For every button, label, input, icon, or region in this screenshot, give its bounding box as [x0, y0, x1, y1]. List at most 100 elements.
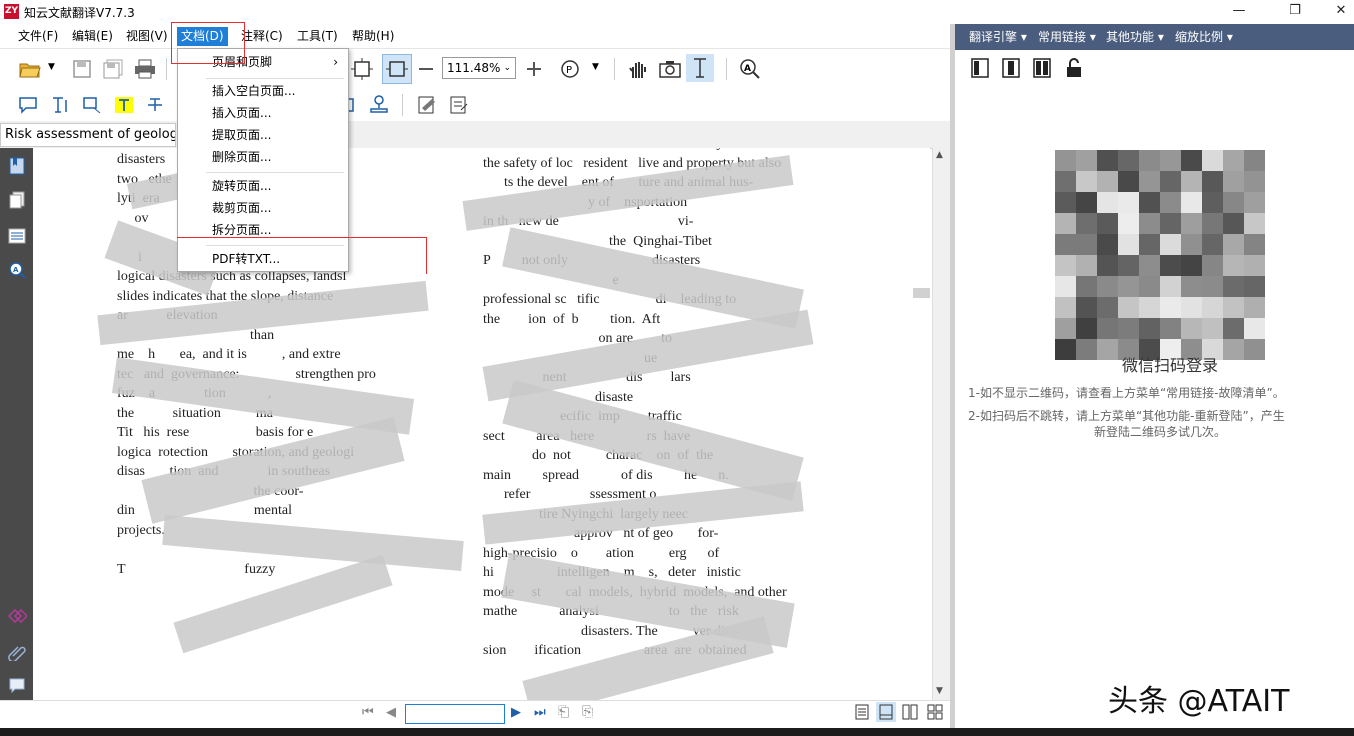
close-button[interactable]: ✕: [1318, 0, 1354, 24]
minimize-button[interactable]: —: [1216, 0, 1262, 24]
menu-item-insert-page[interactable]: 插入页面...: [178, 102, 348, 124]
qr-note-3: 新登陆二维码多试几次。: [1093, 425, 1226, 439]
history-forward-icon[interactable]: ⎘: [582, 704, 593, 720]
rotate-icon[interactable]: P: [558, 57, 582, 81]
layout-right-icon[interactable]: [1033, 58, 1051, 81]
menu-tools[interactable]: 工具(T): [293, 27, 342, 46]
translation-panel-menu: 翻译引擎 ▾ 常用链接 ▾ 其他功能 ▾ 缩放比例 ▾: [955, 24, 1354, 50]
lock-icon[interactable]: [1065, 57, 1083, 82]
chevron-down-icon[interactable]: ▼: [592, 62, 599, 72]
tab-document[interactable]: Risk assessment of geologic...: [0, 123, 176, 147]
callout-icon[interactable]: [80, 93, 104, 117]
menu-separator: [206, 172, 344, 173]
menu-item-insert-blank-page[interactable]: 插入空白页面...: [178, 80, 348, 102]
qr-note-2: 2-如扫码后不跳转，请上方菜单“其他功能-重新登陆”，产生: [968, 409, 1285, 423]
redaction-mark: [913, 288, 930, 298]
layout-center-icon[interactable]: [1002, 58, 1020, 81]
find-icon[interactable]: A: [7, 260, 27, 280]
text-line: Tit his rese basis for e: [117, 425, 314, 440]
toolbar-separator: [402, 94, 403, 116]
layout-left-icon[interactable]: [971, 58, 989, 81]
fit-page-icon[interactable]: [350, 57, 374, 81]
qr-caption: 微信扫码登录: [1121, 356, 1218, 375]
document-viewer[interactable]: disasters oris flows and edtwo ethe cess…: [33, 148, 930, 700]
app-logo: ZY: [4, 4, 19, 19]
attachment-icon[interactable]: [7, 642, 27, 662]
layers-icon[interactable]: [7, 226, 27, 246]
os-taskbar: [0, 728, 1354, 736]
menu-file[interactable]: 文件(F): [14, 27, 62, 46]
menu-translation-engine[interactable]: 翻译引擎 ▾: [969, 28, 1027, 46]
menu-separator: [206, 78, 344, 79]
highlight-icon[interactable]: [112, 93, 136, 117]
save-icon[interactable]: [70, 57, 94, 81]
svg-text:P: P: [566, 65, 572, 76]
left-sidebar: A: [0, 148, 33, 700]
menu-other-functions[interactable]: 其他功能 ▾: [1106, 28, 1164, 46]
pages-icon[interactable]: [7, 190, 27, 210]
snapshot-icon[interactable]: [658, 57, 682, 81]
menu-item-rotate-page[interactable]: 旋转页面...: [178, 175, 348, 197]
svg-text:A: A: [13, 266, 19, 274]
toolbar-separator: [614, 58, 615, 80]
history-back-icon[interactable]: ⎗: [558, 704, 569, 720]
bookmark-icon[interactable]: [7, 156, 27, 176]
toolbar-separator: [726, 58, 727, 80]
print-icon[interactable]: [133, 57, 157, 81]
two-page-continuous-icon[interactable]: [927, 704, 943, 720]
strikeout-icon[interactable]: [143, 93, 167, 117]
chevron-down-icon: ⌄: [503, 63, 511, 73]
menu-highlight-box: [171, 22, 245, 64]
sign-icon[interactable]: [416, 93, 440, 117]
svg-text:A: A: [744, 64, 751, 74]
menu-help[interactable]: 帮助(H): [348, 27, 398, 46]
translate-icon[interactable]: [7, 606, 27, 626]
menu-common-links[interactable]: 常用链接 ▾: [1038, 28, 1096, 46]
watermark-text: 头条 @ATAIT: [1108, 684, 1290, 719]
menu-item-extract-page[interactable]: 提取页面...: [178, 124, 348, 146]
continuous-view-icon[interactable]: [876, 702, 896, 722]
stamp-icon[interactable]: [367, 93, 391, 117]
open-folder-icon[interactable]: [18, 57, 42, 81]
menu-item-crop-page[interactable]: 裁剪页面...: [178, 197, 348, 219]
zoom-level-select[interactable]: 111.48% ⌄: [442, 57, 516, 79]
next-page-icon[interactable]: ▶: [511, 705, 521, 720]
search-icon[interactable]: A: [738, 57, 762, 81]
scroll-up-icon[interactable]: ▲: [936, 150, 943, 160]
form-icon[interactable]: [448, 93, 472, 117]
last-page-icon[interactable]: ⏭: [534, 705, 546, 720]
menu-item-delete-page[interactable]: 删除页面...: [178, 146, 348, 168]
menu-zoom-scale[interactable]: 缩放比例 ▾: [1175, 28, 1233, 46]
translation-panel-toolbar: [955, 50, 1354, 89]
chat-icon[interactable]: [7, 676, 27, 696]
text-icon[interactable]: [48, 93, 72, 117]
single-page-view-icon[interactable]: [855, 704, 871, 720]
annotation-red-line: [177, 237, 427, 274]
first-page-icon[interactable]: ⏮: [362, 705, 374, 720]
toolbar-separator: [166, 58, 167, 80]
fit-width-icon[interactable]: [382, 54, 412, 84]
page-number-input[interactable]: [405, 704, 505, 724]
menu-view[interactable]: 视图(V): [122, 27, 172, 46]
qr-note-1: 1-如不显示二维码，请查看上方菜单“常用链接-故障清单”。: [968, 386, 1285, 400]
chevron-right-icon: ›: [333, 55, 338, 69]
comment-icon[interactable]: [16, 93, 40, 117]
app-title: 知云文献翻译V7.7.3: [24, 6, 135, 20]
hand-icon[interactable]: [626, 57, 650, 81]
save-all-icon[interactable]: [101, 57, 125, 81]
zoom-in-icon[interactable]: [522, 57, 546, 81]
zoom-level-value: 111.48%: [447, 61, 501, 75]
prev-page-icon[interactable]: ◀: [386, 705, 396, 720]
login-qr-code[interactable]: [1055, 150, 1270, 365]
two-page-view-icon[interactable]: [902, 704, 918, 720]
title-bar: ZY 知云文献翻译V7.7.3 — ❐ ✕: [0, 0, 1354, 24]
menu-edit[interactable]: 编辑(E): [68, 27, 117, 46]
menu-bar: 文件(F) 编辑(E) 视图(V) 文档(D) 注释(C) 工具(T) 帮助(H…: [0, 24, 950, 48]
zoom-out-icon[interactable]: [414, 57, 438, 81]
vertical-scrollbar[interactable]: ▲ ▼: [932, 148, 950, 700]
chevron-down-icon[interactable]: ▼: [48, 62, 55, 72]
scroll-down-icon[interactable]: ▼: [936, 686, 943, 696]
text-line: me h ea, and it is , and extre: [117, 347, 341, 362]
text-select-icon[interactable]: [686, 54, 714, 82]
maximize-button[interactable]: ❐: [1272, 0, 1318, 24]
